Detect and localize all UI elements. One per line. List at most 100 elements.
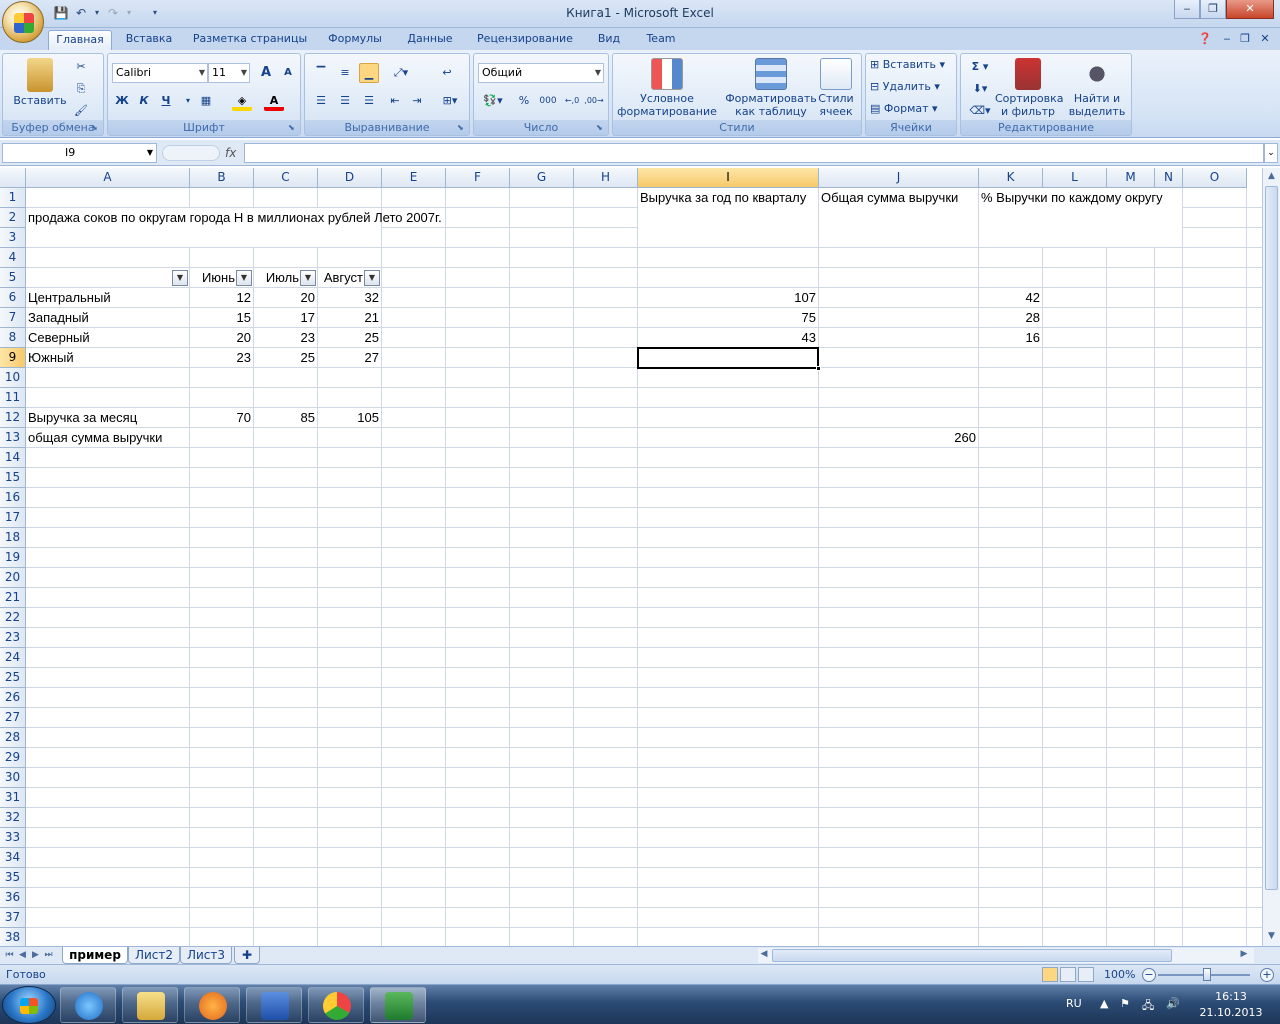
cell-b8[interactable]: 20 [190,328,253,348]
zoom-slider-thumb[interactable] [1203,968,1211,981]
dialog-launcher-icon[interactable]: ⬊ [288,123,298,133]
taskbar-media-player[interactable] [184,987,240,1023]
row-header-26[interactable]: 26 [0,688,26,708]
column-header-o[interactable]: O [1183,168,1247,188]
column-header-n[interactable]: N [1155,168,1183,188]
row-header-13[interactable]: 13 [0,428,26,448]
page-layout-view-icon[interactable] [1060,967,1076,982]
cell-d6[interactable]: 32 [318,288,381,308]
tab-view[interactable]: Вид [588,30,630,50]
format-cells-button[interactable]: ▤ Формат ▾ [870,102,954,120]
row-header-37[interactable]: 37 [0,908,26,928]
zoom-in-icon[interactable]: + [1260,968,1274,982]
cell-j1[interactable]: Общая сумма выручки [819,188,978,247]
insert-sheet-icon[interactable]: ✚ [234,947,260,964]
ribbon-close-icon[interactable]: ✕ [1258,30,1272,50]
ribbon-minimize-icon[interactable]: ‒ [1220,30,1234,50]
font-name-select[interactable]: Calibri ▼ [112,63,208,83]
row-header-29[interactable]: 29 [0,748,26,768]
decrease-indent-icon[interactable]: ⇤ [385,91,405,111]
find-select-button[interactable]: Найти и выделить [1065,58,1129,120]
taskbar-internet-explorer[interactable] [60,987,116,1023]
increase-decimal-icon[interactable]: ←,0 [562,91,582,111]
row-header-22[interactable]: 22 [0,608,26,628]
copy-icon[interactable]: ⎘ [71,79,91,99]
cell-i6[interactable]: 107 [638,288,818,308]
row-header-6[interactable]: 6 [0,288,26,308]
select-all-button[interactable] [0,168,26,188]
row-header-3[interactable]: 3 [0,228,26,248]
wrap-text-icon[interactable]: ↩ [437,63,457,83]
row-header-31[interactable]: 31 [0,788,26,808]
column-header-m[interactable]: M [1107,168,1155,188]
shrink-font-button[interactable]: A [278,63,298,83]
column-header-a[interactable]: A [26,168,190,188]
start-button[interactable] [2,986,56,1024]
tab-team[interactable]: Team [638,30,684,50]
column-header-b[interactable]: B [190,168,254,188]
taskbar-excel[interactable] [370,987,426,1023]
row-header-17[interactable]: 17 [0,508,26,528]
underline-button[interactable]: Ч [156,91,176,111]
cell-a9[interactable]: Южный [26,348,190,368]
name-box[interactable]: I9 ▼ [2,143,157,163]
fill-handle[interactable] [816,366,821,371]
dialog-launcher-icon[interactable]: ⬊ [91,123,101,133]
row-header-35[interactable]: 35 [0,868,26,888]
align-bottom-icon[interactable]: ▁ [359,63,379,83]
tab-page-layout[interactable]: Разметка страницы [188,30,312,50]
active-cell-cursor[interactable] [637,347,819,369]
tab-formulas[interactable]: Формулы [320,30,390,50]
italic-button[interactable]: К [134,91,154,111]
action-center-flag-icon[interactable]: ⚑ [1120,997,1130,1010]
help-icon[interactable]: ❓ [1196,30,1214,50]
scroll-left-icon[interactable]: ◀ [758,947,770,962]
underline-dropdown-icon[interactable]: ▾ [178,91,198,111]
taskbar-word[interactable] [246,987,302,1023]
cell-b12[interactable]: 70 [190,408,253,428]
row-header-12[interactable]: 12 [0,408,26,428]
conditional-formatting-button[interactable]: Условное форматирование [617,58,717,120]
cell-d5[interactable]: Август [318,268,365,288]
cell-d7[interactable]: 21 [318,308,381,328]
column-header-d[interactable]: D [318,168,382,188]
row-header-1[interactable]: 1 [0,188,26,208]
row-header-23[interactable]: 23 [0,628,26,648]
row-header-33[interactable]: 33 [0,828,26,848]
column-header-l[interactable]: L [1043,168,1107,188]
cell-a8[interactable]: Северный [26,328,190,348]
cell-i1[interactable]: Выручка за год по кварталу [638,188,818,247]
grow-font-button[interactable]: A [256,63,276,83]
row-header-18[interactable]: 18 [0,528,26,548]
row-header-32[interactable]: 32 [0,808,26,828]
cell-k7[interactable]: 28 [979,308,1042,328]
row-header-30[interactable]: 30 [0,768,26,788]
cell-b6[interactable]: 12 [190,288,253,308]
cut-icon[interactable]: ✂ [71,57,91,77]
row-header-16[interactable]: 16 [0,488,26,508]
taskbar-explorer[interactable] [122,987,178,1023]
autosum-button[interactable]: Σ ▾ [965,57,995,77]
scroll-right-icon[interactable]: ▶ [1238,947,1250,962]
sheet-tab-list2[interactable]: Лист2 [128,947,180,964]
sheet-tab-list3[interactable]: Лист3 [180,947,232,964]
column-header-i[interactable]: I [638,168,819,188]
cell-i8[interactable]: 43 [638,328,818,348]
align-right-icon[interactable]: ☰ [359,91,379,111]
filter-dropdown-c-icon[interactable]: ▼ [300,270,316,286]
row-header-4[interactable]: 4 [0,248,26,268]
tab-data[interactable]: Данные [398,30,462,50]
cell-styles-button[interactable]: Стили ячеек [813,58,859,120]
row-header-5[interactable]: 5 [0,268,26,288]
tab-home[interactable]: Главная [48,30,112,50]
insert-function-button[interactable]: fx [225,143,243,163]
filter-dropdown-d-icon[interactable]: ▼ [364,270,380,286]
next-sheet-icon[interactable]: ▶ [30,948,41,963]
normal-view-icon[interactable] [1042,967,1058,982]
page-break-view-icon[interactable] [1078,967,1094,982]
tab-insert[interactable]: Вставка [118,30,180,50]
language-indicator[interactable]: RU [1066,997,1082,1010]
zoom-level[interactable]: 100% [1104,968,1135,981]
filter-dropdown-a-icon[interactable]: ▼ [172,270,188,286]
cell-d8[interactable]: 25 [318,328,381,348]
